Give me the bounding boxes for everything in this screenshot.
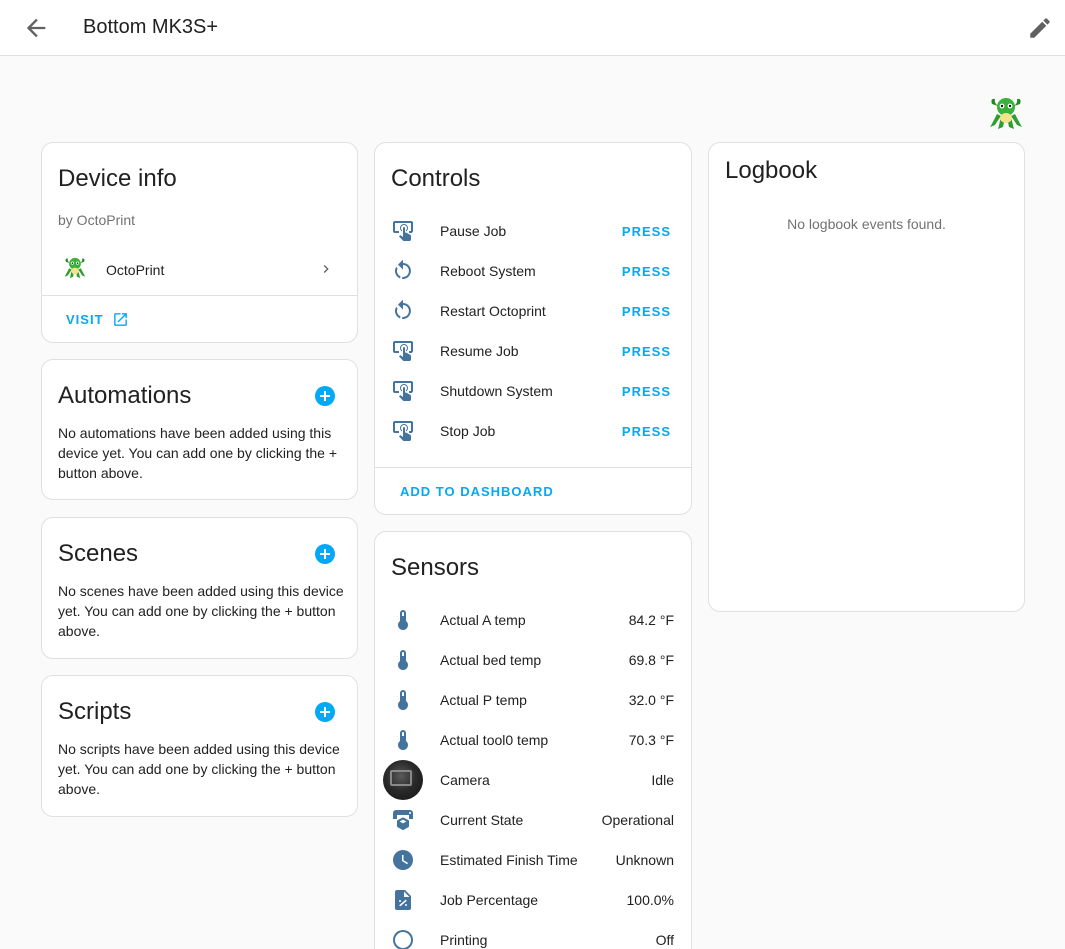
camera-thumbnail[interactable]: [383, 760, 423, 800]
sensor-row-camera[interactable]: Camera Idle: [375, 760, 691, 800]
automations-card: Automations No automations have been add…: [41, 359, 358, 500]
sensor-row-actual-p-temp[interactable]: Actual P temp 32.0 °F: [375, 680, 691, 720]
gesture-tap-button-icon: [393, 221, 413, 241]
control-label: Pause Job: [440, 223, 507, 239]
card-title: Sensors: [391, 554, 480, 581]
card-title: Scripts: [58, 698, 132, 725]
restart-icon: [394, 259, 411, 279]
empty-state-text: No scenes have been added using this dev…: [58, 583, 344, 639]
add-scene-button[interactable]: [315, 544, 335, 564]
clock-icon: [393, 850, 413, 870]
sensor-label: Actual P temp: [440, 692, 527, 708]
thermometer-icon: [398, 690, 408, 710]
file-percent-icon: [395, 890, 411, 910]
empty-state-text: No scripts have been added using this de…: [58, 741, 340, 797]
control-row-stop-job[interactable]: Stop Job PRESS: [375, 411, 691, 451]
top-app-bar: Bottom MK3S+: [0, 0, 1065, 56]
sensor-value: 100.0%: [626, 892, 674, 908]
control-label: Shutdown System: [440, 383, 553, 399]
sensor-value: 84.2 °F: [628, 612, 674, 628]
sensor-value: Unknown: [615, 852, 674, 868]
pencil-icon[interactable]: [1027, 15, 1053, 41]
control-label: Reboot System: [440, 263, 536, 279]
scripts-card: Scripts No scripts have been added using…: [41, 675, 358, 817]
device-name: OctoPrint: [106, 262, 165, 278]
press-button[interactable]: PRESS: [622, 224, 671, 239]
add-automation-button[interactable]: [315, 386, 335, 406]
open-in-new-icon: [113, 313, 127, 326]
sensor-row-actual-tool0-temp[interactable]: Actual tool0 temp 70.3 °F: [375, 720, 691, 760]
sensor-label: Actual tool0 temp: [440, 732, 549, 748]
octoprint-logo-icon: [990, 98, 1022, 129]
press-button[interactable]: PRESS: [622, 264, 671, 279]
thermometer-icon: [398, 610, 408, 630]
visit-label: VISIT: [66, 312, 104, 327]
gesture-tap-button-icon: [393, 341, 413, 361]
card-title: Logbook: [725, 157, 818, 184]
via-device-row[interactable]: OctoPrint: [42, 249, 357, 289]
control-row-resume-job[interactable]: Resume Job PRESS: [375, 331, 691, 371]
sensor-row-printing[interactable]: Printing Off: [375, 920, 691, 949]
circle-outline-icon: [393, 930, 413, 949]
sensor-label: Printing: [440, 932, 488, 948]
sensor-label: Actual A temp: [440, 612, 526, 628]
control-row-reboot-system[interactable]: Reboot System PRESS: [375, 251, 691, 291]
octoprint-logo-icon: [64, 257, 86, 279]
press-button[interactable]: PRESS: [622, 424, 671, 439]
card-title: Scenes: [58, 540, 139, 567]
sensor-row-job-percentage[interactable]: Job Percentage 100.0%: [375, 880, 691, 920]
sensor-row-actual-a-temp[interactable]: Actual A temp 84.2 °F: [375, 600, 691, 640]
device-info-card: Device info by OctoPrint OctoPrint VISIT: [41, 142, 358, 343]
sensor-label: Estimated Finish Time: [440, 852, 578, 868]
page-title: Bottom MK3S+: [83, 16, 219, 38]
card-title: Device info: [58, 165, 177, 192]
sensor-label: Camera: [440, 772, 490, 788]
gesture-tap-button-icon: [393, 421, 413, 441]
chevron-right-icon: [323, 265, 329, 273]
thermometer-icon: [398, 650, 408, 670]
add-to-dashboard-button[interactable]: ADD TO DASHBOARD: [400, 484, 554, 499]
camera-frame: [390, 770, 412, 786]
control-row-pause-job[interactable]: Pause Job PRESS: [375, 211, 691, 251]
control-label: Restart Octoprint: [440, 303, 546, 319]
press-button[interactable]: PRESS: [622, 304, 671, 319]
sensor-row-actual-bed-temp[interactable]: Actual bed temp 69.8 °F: [375, 640, 691, 680]
sensor-value: 69.8 °F: [628, 652, 674, 668]
add-script-button[interactable]: [315, 702, 335, 722]
sensor-row-estimated-finish-time[interactable]: Estimated Finish Time Unknown: [375, 840, 691, 880]
control-label: Stop Job: [440, 423, 496, 439]
restart-icon: [394, 299, 411, 319]
gesture-tap-button-icon: [393, 381, 413, 401]
sensor-label: Job Percentage: [440, 892, 539, 908]
card-title: Controls: [391, 165, 481, 192]
divider: [375, 467, 691, 468]
logbook-empty-text: No logbook events found.: [787, 216, 946, 232]
sensor-value: Off: [655, 932, 674, 948]
visit-button[interactable]: VISIT: [66, 311, 129, 328]
sensor-value: 32.0 °F: [628, 692, 674, 708]
sensor-label: Actual bed temp: [440, 652, 542, 668]
control-label: Resume Job: [440, 343, 519, 359]
manufacturer-text: by OctoPrint: [58, 212, 136, 228]
empty-state-text: No automations have been added using thi…: [58, 425, 338, 481]
sensor-row-current-state[interactable]: Current State Operational: [375, 800, 691, 840]
divider: [42, 295, 357, 296]
sensors-card: Sensors Actual A temp 84.2 °F Actual bed…: [374, 531, 692, 949]
controls-card: Controls Pause Job PRESS Reboot System P…: [374, 142, 692, 515]
back-arrow-icon[interactable]: [22, 14, 50, 42]
sensor-value: Operational: [601, 812, 674, 828]
thermometer-icon: [398, 730, 408, 750]
control-row-shutdown-system[interactable]: Shutdown System PRESS: [375, 371, 691, 411]
card-title: Automations: [58, 382, 192, 409]
printer-3d-icon: [393, 810, 413, 830]
scenes-card: Scenes No scenes have been added using t…: [41, 517, 358, 659]
press-button[interactable]: PRESS: [622, 384, 671, 399]
press-button[interactable]: PRESS: [622, 344, 671, 359]
sensor-value: 70.3 °F: [628, 732, 674, 748]
control-row-restart-octoprint[interactable]: Restart Octoprint PRESS: [375, 291, 691, 331]
sensor-label: Current State: [440, 812, 524, 828]
sensor-value: Idle: [651, 772, 674, 788]
logbook-card: Logbook No logbook events found.: [708, 142, 1025, 612]
